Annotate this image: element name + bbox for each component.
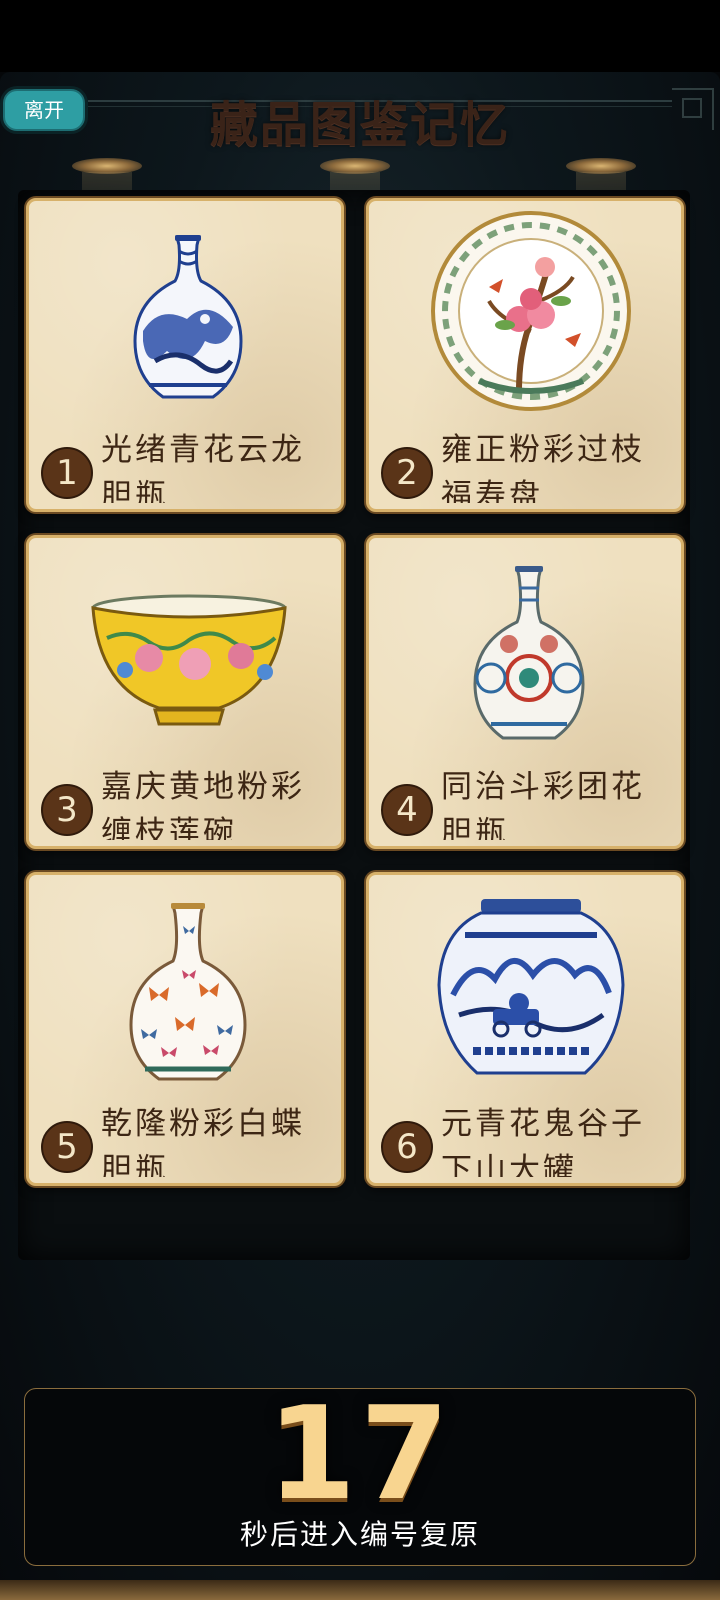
- card-name: 元青花鬼谷子下山大罐: [441, 1106, 645, 1177]
- card-number-badge: 3: [41, 784, 93, 836]
- blue-white-guiguzi-jar-icon: [437, 899, 625, 1075]
- collection-card-2[interactable]: 2 雍正粉彩过枝福寿盘: [366, 198, 684, 512]
- leave-button[interactable]: 离开: [3, 89, 85, 131]
- countdown-label: 秒后进入编号复原: [239, 1518, 480, 1551]
- card-number-badge: 4: [381, 784, 433, 836]
- countdown-panel: 17 秒后进入编号复原: [24, 1380, 696, 1566]
- collection-card-3[interactable]: 3 嘉庆黄地粉彩缠枝莲碗: [26, 535, 344, 849]
- collection-card-1[interactable]: 1 光绪青花云龙胆瓶: [26, 198, 344, 512]
- doucai-medallion-vase-icon: [473, 566, 585, 740]
- ceiling-lamp-icon: [72, 158, 142, 232]
- collection-card-4[interactable]: 4 同治斗彩团花胆瓶: [366, 535, 684, 849]
- collection-card-5[interactable]: 5 乾隆粉彩白蝶胆瓶: [26, 872, 344, 1186]
- card-number-badge: 2: [381, 447, 433, 499]
- card-name: 同治斗彩团花胆瓶: [441, 769, 645, 840]
- yellow-ground-lotus-bowl-icon: [91, 594, 287, 726]
- card-name: 乾隆粉彩白蝶胆瓶: [101, 1106, 305, 1177]
- card-name: 雍正粉彩过枝福寿盘: [441, 432, 645, 503]
- card-number-badge: 1: [41, 447, 93, 499]
- blue-white-dragon-vase-icon: [133, 235, 243, 399]
- card-number-badge: 6: [381, 1121, 433, 1173]
- page-title: 藏品图鉴记忆: [209, 97, 510, 153]
- countdown-seconds: 17: [266, 1380, 454, 1529]
- card-name: 光绪青花云龙胆瓶: [101, 432, 305, 503]
- butterfly-vase-icon: [129, 903, 247, 1081]
- famille-rose-peach-plate-icon: [431, 211, 631, 411]
- ceiling-lamp-icon: [320, 158, 390, 232]
- status-bar-area: [0, 0, 720, 72]
- floor-strip: [0, 1580, 720, 1600]
- card-number-badge: 5: [41, 1121, 93, 1173]
- ceiling-lamp-icon: [566, 158, 636, 232]
- collection-card-6[interactable]: 6 元青花鬼谷子下山大罐: [366, 872, 684, 1186]
- card-name: 嘉庆黄地粉彩缠枝莲碗: [101, 769, 305, 840]
